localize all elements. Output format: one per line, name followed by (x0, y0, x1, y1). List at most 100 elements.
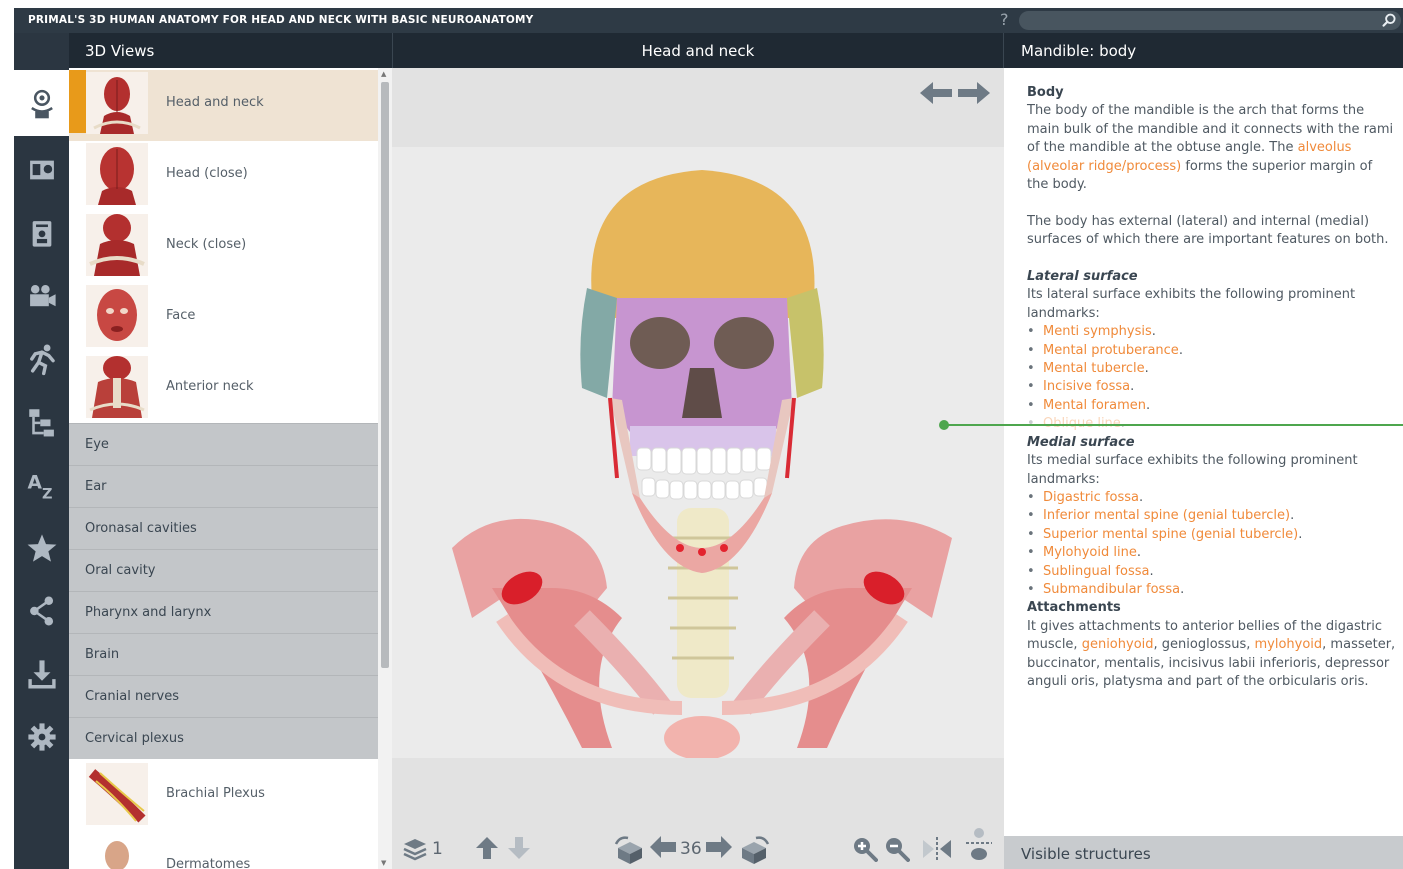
link-incisive-fossa[interactable]: Incisive fossa (1043, 379, 1130, 394)
download-button[interactable] (14, 642, 69, 706)
animation-button[interactable] (14, 327, 69, 391)
link-superior-mental-spine[interactable]: Superior mental spine (genial tubercle) (1043, 527, 1298, 542)
section-plane-icon[interactable] (966, 827, 992, 861)
layers-icon[interactable] (402, 836, 428, 862)
body-paragraph: The body of the mandible is the arch tha… (1027, 103, 1394, 193)
view-thumbnail (86, 285, 148, 347)
link-submandibular-fossa[interactable]: Submandibular fossa (1043, 582, 1180, 597)
attachments-paragraph: It gives attachments to anterior bellies… (1027, 618, 1396, 689)
link-mental-tubercle[interactable]: Mental tubercle (1043, 361, 1145, 376)
scroll-up-icon[interactable]: ▲ (381, 70, 386, 78)
lateral-item: • Incisive fossa. (1027, 379, 1135, 395)
visible-structures-label: Visible structures (1021, 845, 1151, 863)
settings-button[interactable] (14, 705, 69, 769)
view-item-head-and-neck[interactable]: Head and neck (69, 70, 378, 141)
info-panel-title: Mandible: body (1021, 42, 1137, 60)
category-cranial-nerves[interactable]: Cranial nerves (69, 675, 378, 717)
layer-count: 1 (432, 839, 443, 859)
rotate-left-cube-icon[interactable] (614, 836, 646, 864)
rotate-right-arrow-icon[interactable] (706, 836, 732, 858)
views-3d-icon (30, 89, 53, 119)
rotate-right-cube-icon[interactable] (738, 836, 770, 864)
category-oronasal-cavities[interactable]: Oronasal cavities (69, 507, 378, 549)
view-thumbnail (86, 72, 148, 134)
link-digastric-fossa[interactable]: Digastric fossa (1043, 490, 1139, 505)
viewport-header: Head and neck (392, 33, 1004, 68)
lateral-item: • Mental foramen. (1027, 397, 1151, 413)
link-mylohyoid[interactable]: mylohyoid (1254, 637, 1322, 652)
search-icon[interactable] (1381, 12, 1398, 29)
layer-up-arrow-icon[interactable] (476, 836, 498, 860)
section-heading-attachments: Attachments (1027, 600, 1121, 616)
view-item-brachial-plexus[interactable]: Brachial Plexus (69, 761, 378, 832)
search-input[interactable] (1029, 11, 1373, 32)
link-inferior-mental-spine[interactable]: Inferior mental spine (genial tubercle) (1043, 508, 1290, 523)
info-text: Body The body of the mandible is the arc… (1027, 84, 1397, 691)
view-item-dermatomes[interactable]: Dermatomes (69, 832, 378, 869)
views-scrollbar[interactable]: ▲ ▼ (378, 68, 392, 869)
medial-item: • Submandibular fossa. (1027, 581, 1185, 597)
3d-viewport[interactable]: 1 36 (392, 68, 1004, 869)
info-panel: Body The body of the mandible is the arc… (1004, 68, 1403, 836)
section-heading-body: Body (1027, 85, 1064, 100)
help-icon[interactable]: ? (1000, 10, 1009, 29)
category-ear[interactable]: Ear (69, 465, 378, 507)
zoom-in-icon[interactable] (852, 836, 878, 862)
mirror-view-icon[interactable] (922, 836, 952, 862)
view-label: Head and neck (166, 95, 264, 110)
next-view-arrow-icon[interactable] (958, 82, 990, 104)
category-cervical-plexus[interactable]: Cervical plexus (69, 717, 378, 759)
link-mylohyoid-line[interactable]: Mylohyoid line (1043, 545, 1137, 560)
link-mental-foramen[interactable]: Mental foramen (1043, 398, 1146, 413)
quiz-button[interactable] (14, 201, 69, 265)
link-mental-protuberance[interactable]: Mental protuberance (1043, 343, 1179, 358)
medial-item: • Superior mental spine (genial tubercle)… (1027, 526, 1303, 542)
category-eye[interactable]: Eye (69, 423, 378, 465)
view-item-neck-close[interactable]: Neck (close) (69, 212, 378, 283)
search-box[interactable] (1019, 11, 1401, 32)
hierarchy-icon (28, 409, 54, 437)
surfaces-paragraph: The body has external (lateral) and inte… (1027, 213, 1389, 248)
category-brain[interactable]: Brain (69, 633, 378, 675)
link-menti-symphysis[interactable]: Menti symphysis (1043, 324, 1152, 339)
link-geniohyoid[interactable]: geniohyoid (1082, 637, 1154, 652)
a-z-index-button[interactable]: AZ (14, 453, 69, 517)
lateral-item: • Mental tubercle. (1027, 361, 1149, 377)
settings-icon (27, 723, 56, 751)
view-label: Brachial Plexus (166, 786, 265, 801)
zoom-out-icon[interactable] (884, 836, 910, 862)
category-label: Oral cavity (85, 563, 156, 578)
viewport-toolbar: 1 36 (392, 828, 1004, 869)
scroll-down-icon[interactable]: ▼ (381, 859, 386, 867)
view-item-head-close[interactable]: Head (close) (69, 141, 378, 212)
view-item-face[interactable]: Face (69, 283, 378, 354)
scroll-thumb[interactable] (381, 82, 389, 668)
category-label: Ear (85, 479, 107, 494)
views-list: Head and neck Head (close) Neck (close) … (69, 68, 378, 869)
visible-structures-bar[interactable]: Visible structures (1004, 836, 1403, 869)
download-icon (27, 660, 56, 689)
medial-item: • Inferior mental spine (genial tubercle)… (1027, 508, 1295, 524)
favorites-button[interactable] (14, 516, 69, 580)
layer-down-arrow-icon[interactable] (508, 836, 530, 860)
rotate-left-arrow-icon[interactable] (650, 836, 676, 858)
rotation-step: 36 (680, 839, 702, 859)
view-item-anterior-neck[interactable]: Anterior neck (69, 354, 378, 425)
title-bar: PRIMAL'S 3D HUMAN ANATOMY FOR HEAD AND N… (14, 8, 1403, 33)
category-oral-cavity[interactable]: Oral cavity (69, 549, 378, 591)
share-button[interactable] (14, 579, 69, 643)
previous-view-arrow-icon[interactable] (920, 82, 952, 104)
hierarchy-button[interactable] (14, 390, 69, 454)
lateral-intro: Its lateral surface exhibits the followi… (1027, 287, 1356, 321)
link-sublingual-fossa[interactable]: Sublingual fossa (1043, 564, 1149, 579)
category-label: Cranial nerves (85, 689, 179, 704)
category-pharynx-and-larynx[interactable]: Pharynx and larynx (69, 591, 378, 633)
slides-icon (29, 160, 54, 180)
view-label: Head (close) (166, 166, 248, 181)
video-button[interactable] (14, 264, 69, 328)
views-3d-button[interactable] (14, 70, 69, 136)
skull-3d-model[interactable] (432, 148, 972, 758)
slides-button[interactable] (14, 138, 69, 202)
medial-item: • Mylohyoid line. (1027, 545, 1141, 561)
info-panel-header: Mandible: body (1004, 33, 1403, 68)
